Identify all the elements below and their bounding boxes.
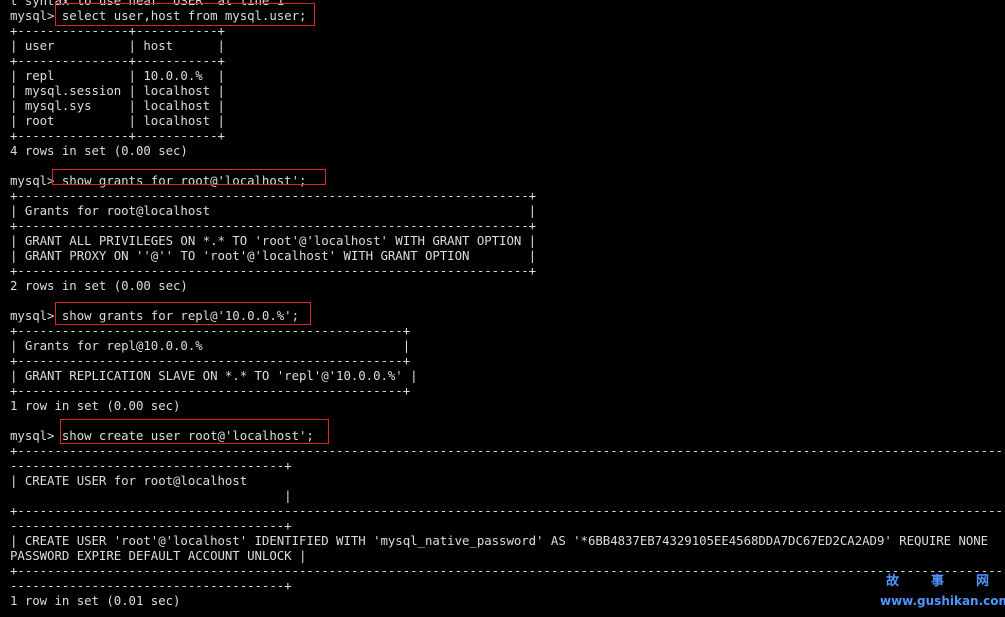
table-row: | mysql.session | localhost | — [10, 83, 225, 98]
table-border: +---------------------------------------… — [10, 563, 1003, 578]
table-border-wrap: -------------------------------------+ — [10, 458, 292, 473]
table-border: +---------------------------------------… — [10, 383, 411, 398]
table-row: | GRANT PROXY ON ''@'' TO 'root'@'localh… — [10, 248, 537, 263]
table-border: +---------------------------------------… — [10, 443, 1003, 458]
result-summary: 1 row in set (0.01 sec) — [10, 593, 181, 608]
table-border: +---------------------------------------… — [10, 353, 411, 368]
table-border: +---------------+-----------+ — [10, 128, 225, 143]
table-header: | Grants for root@localhost | — [10, 203, 537, 218]
terminal-output[interactable]: t syntax to use near 'USER' at line 1 my… — [0, 0, 1005, 617]
table-border: +---------------------------------------… — [10, 188, 537, 203]
table-header-wrap: | — [10, 488, 292, 503]
table-header: | Grants for repl@10.0.0.% | — [10, 338, 411, 353]
table-row: | CREATE USER 'root'@'localhost' IDENTIF… — [10, 533, 989, 548]
command-line: mysql> show create user root@'localhost'… — [10, 428, 314, 443]
table-header: | user | host | — [10, 38, 225, 53]
table-border-wrap: -------------------------------------+ — [10, 518, 292, 533]
command-line: mysql> show grants for repl@'10.0.0.%'; — [10, 308, 299, 323]
table-row: | mysql.sys | localhost | — [10, 98, 225, 113]
table-border: +---------------+-----------+ — [10, 53, 225, 68]
table-border: +---------------------------------------… — [10, 263, 537, 278]
table-row: | GRANT REPLICATION SLAVE ON *.* TO 'rep… — [10, 368, 418, 383]
table-row-wrap: PASSWORD EXPIRE DEFAULT ACCOUNT UNLOCK | — [10, 548, 307, 563]
table-border: +---------------------------------------… — [10, 323, 411, 338]
table-row: | root | localhost | — [10, 113, 225, 128]
table-border: +---------------+-----------+ — [10, 23, 225, 38]
command-line: mysql> show grants for root@'localhost'; — [10, 173, 307, 188]
terminal-line: t syntax to use near 'USER' at line 1 — [10, 0, 285, 8]
table-border: +---------------------------------------… — [10, 503, 1003, 518]
table-border: +---------------------------------------… — [10, 218, 537, 233]
result-summary: 1 row in set (0.00 sec) — [10, 398, 181, 413]
table-header: | CREATE USER for root@localhost — [10, 473, 248, 488]
table-row: | GRANT ALL PRIVILEGES ON *.* TO 'root'@… — [10, 233, 537, 248]
table-border-wrap: -------------------------------------+ — [10, 578, 292, 593]
result-summary: 4 rows in set (0.00 sec) — [10, 143, 188, 158]
result-summary: 2 rows in set (0.00 sec) — [10, 278, 188, 293]
command-line: mysql> select user,host from mysql.user; — [10, 8, 307, 23]
table-row: | repl | 10.0.0.% | — [10, 68, 225, 83]
